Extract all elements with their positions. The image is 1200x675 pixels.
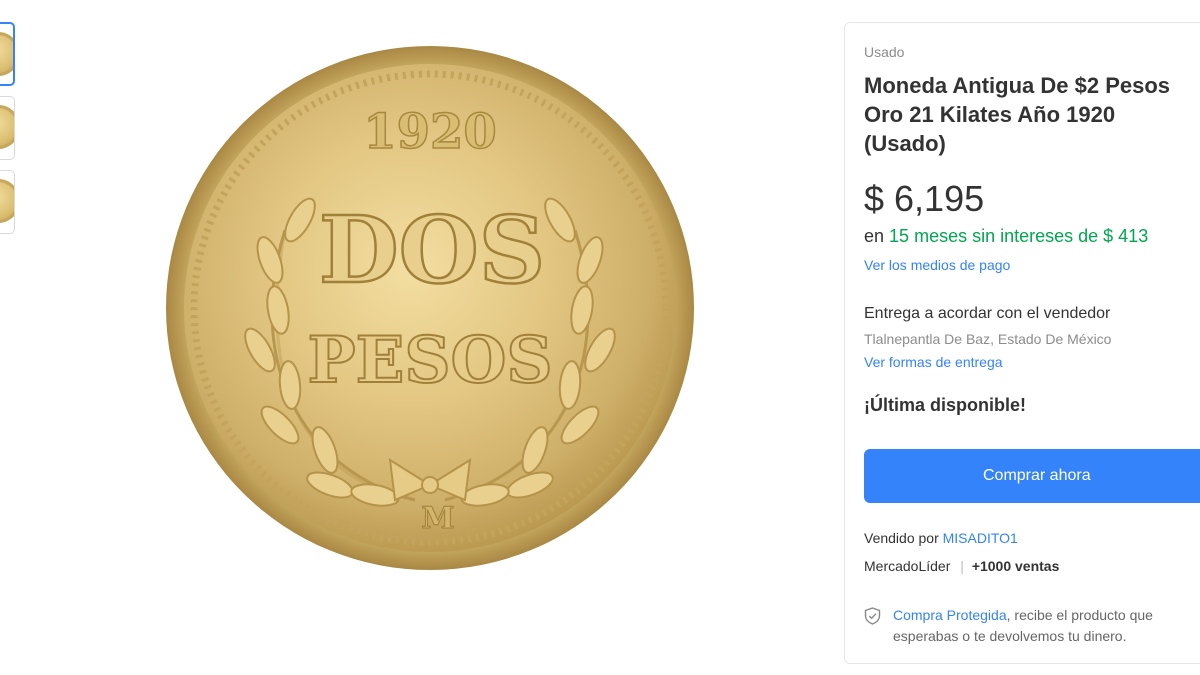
- coin-thumbnail-image: [0, 179, 14, 223]
- coin-denomination-line2: PESOS: [307, 323, 552, 398]
- seller-name-link[interactable]: MISADITO1: [943, 530, 1018, 546]
- main-product-image[interactable]: 1920 DOS PESOS M: [150, 30, 710, 590]
- coin-thumbnail-image: [0, 32, 13, 76]
- coin-mint-mark: M: [421, 501, 454, 536]
- delivery-options-link[interactable]: Ver formas de entrega: [864, 354, 1003, 370]
- protection-text: Compra Protegida, recibe el producto que…: [893, 605, 1194, 647]
- thumbnail-2[interactable]: [0, 96, 15, 160]
- thumbnail-list: [0, 22, 16, 244]
- installments-offer: 15 meses sin intereses de $ 413: [889, 226, 1149, 246]
- seller-prefix: Vendido por: [864, 530, 939, 546]
- payment-methods-link[interactable]: Ver los medios de pago: [864, 257, 1010, 273]
- thumbnail-3[interactable]: [0, 170, 15, 234]
- buy-now-button[interactable]: Comprar ahora: [864, 449, 1200, 503]
- product-price: $ 6,195: [864, 178, 985, 219]
- delivery-location: Tlalnepantla De Baz, Estado De México: [864, 331, 1112, 347]
- seller-status-separator: |: [960, 558, 964, 574]
- seller-reputation: MercadoLíder | +1000 ventas: [864, 558, 1059, 574]
- coin-year: 1920: [363, 104, 497, 160]
- product-title: Moneda Antigua De $2 Pesos Oro 21 Kilate…: [864, 73, 1171, 156]
- product-info-panel: Usado Moneda Antigua De $2 Pesos Oro 21 …: [844, 22, 1200, 664]
- protected-purchase-link[interactable]: Compra Protegida: [893, 607, 1007, 623]
- delivery-title: Entrega a acordar con el vendedor: [864, 305, 1111, 322]
- installments-info: en 15 meses sin intereses de $ 413: [864, 226, 1148, 247]
- seller-sales-count: +1000 ventas: [971, 558, 1060, 574]
- coin-denomination-line1: DOS: [319, 196, 545, 304]
- stock-status: ¡Última disponible!: [864, 395, 1026, 415]
- gold-coin-image: 1920 DOS PESOS M: [166, 46, 694, 570]
- seller-info: Vendido por MISADITO1: [864, 530, 1018, 546]
- installments-prefix: en: [864, 226, 885, 246]
- coin-thumbnail-image: [0, 105, 14, 149]
- product-page: 1920 DOS PESOS M Usado Moneda Antigua De…: [0, 0, 1200, 675]
- purchase-protection: Compra Protegida, recibe el producto que…: [864, 605, 1194, 647]
- shield-check-icon: [864, 607, 881, 625]
- seller-status-label: MercadoLíder: [864, 558, 951, 574]
- thumbnail-1[interactable]: [0, 22, 15, 86]
- condition-label: Usado: [864, 44, 905, 60]
